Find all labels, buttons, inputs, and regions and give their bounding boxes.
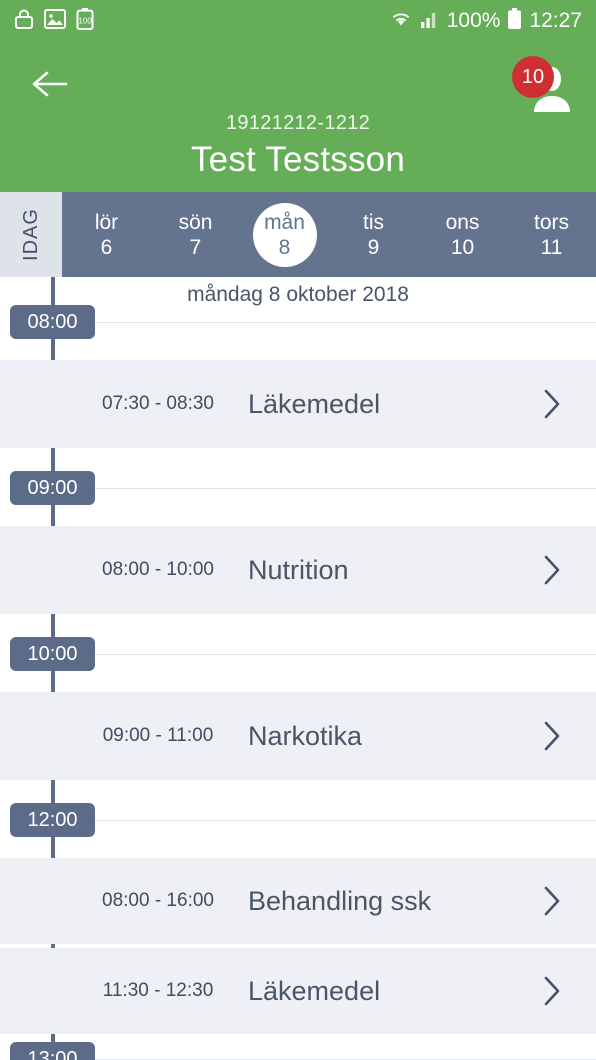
chevron-right-icon[interactable] (540, 387, 564, 421)
day-tab-sön-7[interactable]: sön 7 (151, 192, 240, 277)
hour-gridline (95, 488, 596, 489)
schedule-screen: 100 100% 12:27 10 19121212-1212 Test Tes… (0, 0, 596, 1060)
hour-chip-label: 12:00 (10, 803, 95, 837)
hour-marker: 08:00 (0, 305, 596, 339)
chevron-right-icon[interactable] (540, 719, 564, 753)
hour-chip-label: 10:00 (10, 637, 95, 671)
status-bar: 100 100% 12:27 (0, 0, 596, 42)
day-tab-mån-8[interactable]: mån 8 (240, 192, 329, 277)
battery-percent-label: 100% (446, 9, 501, 32)
day-selector-bar: IDAG lör 6 sön 7 mån 8 tis 9 ons 10 tors 11 (0, 192, 596, 277)
wifi-icon (389, 9, 413, 34)
day-date-label: 9 (367, 235, 380, 259)
chevron-right-icon[interactable] (540, 884, 564, 918)
event-title: Nutrition (248, 554, 349, 585)
svg-text:100: 100 (78, 16, 92, 25)
battery-saver-icon: 100 (76, 7, 94, 35)
patient-name-title: Test Testsson (190, 140, 405, 179)
day-tab-tors-11[interactable]: tors 11 (507, 192, 596, 277)
day-name-label: tors (533, 210, 569, 234)
hour-chip-label: 13:00 (10, 1042, 95, 1060)
hour-marker: 12:00 (0, 803, 596, 837)
day-name-label: mån (264, 210, 305, 234)
day-tab-tis-9[interactable]: tis 9 (329, 192, 418, 277)
today-tab-label: IDAG (19, 208, 42, 261)
clock-label: 12:27 (529, 9, 582, 32)
screenshot-image-icon (44, 8, 66, 34)
status-bar-right-icons: 100% 12:27 (389, 7, 582, 35)
selected-date-title: måndag 8 oktober 2018 (187, 283, 409, 306)
day-tab-ons-10[interactable]: ons 10 (418, 192, 507, 277)
event-title: Läkemedel (248, 388, 381, 419)
day-date-label: 6 (100, 235, 113, 259)
day-date-label: 7 (189, 235, 202, 259)
day-name-label: lör (94, 210, 119, 234)
agenda-event-row[interactable]: 11:30 - 12:30 Läkemedel (0, 948, 596, 1034)
day-date-label: 10 (450, 235, 475, 259)
back-arrow-icon (27, 68, 71, 105)
agenda-event-row[interactable]: 08:00 - 16:00 Behandling ssk (0, 858, 596, 944)
patient-header: 10 19121212-1212 Test Testsson (0, 42, 596, 192)
chevron-right-icon[interactable] (540, 553, 564, 587)
status-bar-left-icons: 100 (14, 7, 94, 35)
agenda-event-row[interactable]: 07:30 - 08:30 Läkemedel (0, 360, 596, 448)
agenda-list[interactable]: måndag 8 oktober 2018 07:30 - 08:30 Läkem… (0, 277, 596, 1060)
event-time-range: 07:30 - 08:30 (102, 393, 214, 414)
day-name-label: tis (363, 210, 384, 234)
event-title: Läkemedel (248, 975, 381, 1006)
hour-chip-label: 08:00 (10, 305, 95, 339)
event-title: Narkotika (248, 720, 363, 751)
event-time-range: 08:00 - 16:00 (102, 890, 214, 911)
hour-gridline (95, 654, 596, 655)
patient-profile-button[interactable]: 10 (512, 56, 578, 118)
day-name-label: sön (178, 210, 213, 234)
agenda-event-row[interactable]: 09:00 - 11:00 Narkotika (0, 692, 596, 780)
day-list: lör 6 sön 7 mån 8 tis 9 ons 10 tors 11 (62, 192, 596, 277)
day-date-label: 11 (540, 235, 563, 259)
event-time-range: 08:00 - 10:00 (102, 559, 214, 580)
today-tab[interactable]: IDAG (0, 192, 62, 277)
hour-marker: 09:00 (0, 471, 596, 505)
patient-id-label: 19121212-1212 (225, 112, 371, 134)
back-button[interactable] (26, 66, 72, 106)
hour-gridline (95, 322, 596, 323)
battery-icon (507, 7, 522, 35)
hour-marker: 13:00 (0, 1042, 596, 1060)
day-tab-lör-6[interactable]: lör 6 (62, 192, 151, 277)
event-title: Behandling ssk (248, 885, 432, 916)
event-time-range: 11:30 - 12:30 (102, 980, 214, 1001)
hour-chip-label: 09:00 (10, 471, 95, 505)
hour-marker: 10:00 (0, 637, 596, 671)
notification-badge: 10 (512, 56, 554, 98)
day-name-label: ons (445, 210, 480, 234)
lock-icon (14, 8, 34, 35)
chevron-right-icon[interactable] (540, 974, 564, 1008)
day-date-label: 8 (278, 235, 291, 259)
hour-gridline (95, 820, 596, 821)
event-time-range: 09:00 - 11:00 (102, 725, 214, 746)
agenda-event-row[interactable]: 08:00 - 10:00 Nutrition (0, 526, 596, 614)
cellular-signal-icon (420, 9, 440, 34)
